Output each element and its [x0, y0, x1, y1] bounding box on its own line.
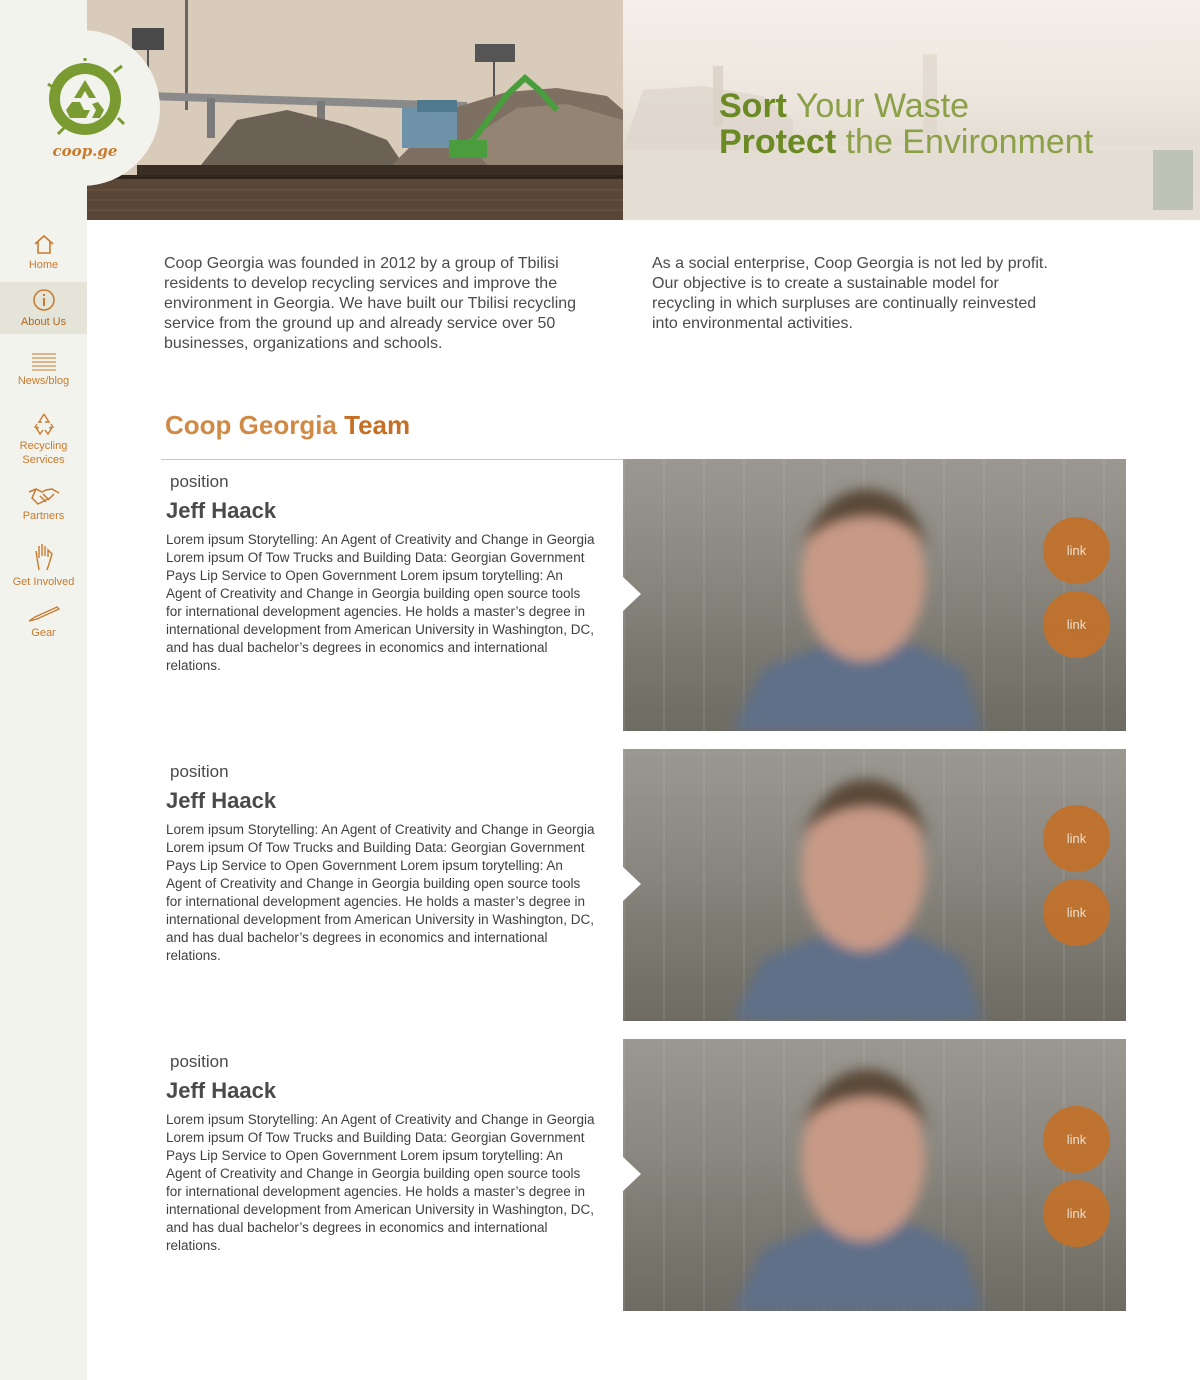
- member-photo: link link: [623, 459, 1126, 731]
- team-member-card: position Jeff Haack Lorem ipsum Storytel…: [161, 749, 1126, 1021]
- member-link-button[interactable]: link: [1043, 879, 1110, 946]
- lines-icon: [31, 352, 56, 371]
- nav-item-recycling-services[interactable]: Recycling Services: [0, 404, 87, 474]
- intro-right-text: As a social enterprise, Coop Georgia is …: [652, 255, 1048, 332]
- photo-pointer: [623, 1157, 641, 1191]
- slogan-sort: Sort: [719, 87, 787, 125]
- member-link-button[interactable]: link: [1043, 591, 1110, 658]
- member-portrait: [733, 1069, 983, 1311]
- member-portrait: [733, 779, 983, 1021]
- member-photo: link link: [623, 749, 1126, 1021]
- member-position: position: [170, 1052, 229, 1071]
- member-link-button[interactable]: link: [1043, 1180, 1110, 1247]
- nav-label-partners: Partners: [22, 509, 65, 522]
- nav-item-partners[interactable]: Partners: [0, 474, 87, 534]
- team-member-card: position Jeff Haack Lorem ipsum Storytel…: [161, 1039, 1126, 1311]
- intro-left-text: Coop Georgia was founded in 2012 by a gr…: [164, 255, 577, 352]
- nav-item-news-blog[interactable]: News/blog: [0, 334, 87, 404]
- member-bio: Lorem ipsum Storytelling: An Agent of Cr…: [166, 1112, 595, 1253]
- slogan-line-1: Sort Your Waste: [719, 88, 1093, 124]
- brand-name: coop.ge: [52, 142, 118, 160]
- member-name: Jeff Haack: [166, 498, 277, 523]
- main-nav: Home About Us News/blog Recycling Servic…: [0, 222, 87, 648]
- member-name: Jeff Haack: [166, 788, 277, 813]
- sidebar: coop.ge Home About Us News/blog Recyclin…: [0, 0, 160, 1380]
- brush-icon: [28, 605, 60, 622]
- member-photo: link link: [623, 1039, 1126, 1311]
- member-portrait: [733, 489, 983, 731]
- hero-photo: [87, 0, 623, 220]
- nav-item-gear[interactable]: Gear: [0, 596, 87, 648]
- member-link-button[interactable]: link: [1043, 517, 1110, 584]
- slogan-line-2: Protect the Environment: [719, 124, 1093, 160]
- nav-label-home: Home: [28, 258, 59, 271]
- nav-label-gear: Gear: [31, 626, 56, 639]
- photo-pointer: [623, 577, 641, 611]
- member-position: position: [170, 762, 229, 781]
- member-link-button[interactable]: link: [1043, 805, 1110, 872]
- team-member-card: position Jeff Haack Lorem ipsum Storytel…: [161, 459, 1126, 731]
- member-link-button[interactable]: link: [1043, 1106, 1110, 1173]
- member-bio: Lorem ipsum Storytelling: An Agent of Cr…: [166, 532, 595, 673]
- nav-label-recycling-services: Recycling Services: [19, 439, 68, 466]
- hand-icon: [34, 543, 53, 570]
- hero-banner: Sort Your Waste Protect the Environment: [87, 0, 1200, 220]
- home-icon: [33, 234, 54, 254]
- nav-label-news-blog: News/blog: [17, 374, 70, 387]
- hero-slogan: Sort Your Waste Protect the Environment: [719, 88, 1093, 160]
- nav-label-about-us: About Us: [20, 315, 67, 328]
- nav-item-home[interactable]: Home: [0, 222, 87, 282]
- nav-label-get-involved: Get Involved: [12, 575, 75, 588]
- info-icon: [32, 288, 55, 311]
- nav-item-get-involved[interactable]: Get Involved: [0, 534, 87, 596]
- nav-item-about-us[interactable]: About Us: [0, 282, 87, 334]
- team-heading-bold: Team: [344, 410, 411, 440]
- slogan-environment: the Environment: [836, 123, 1094, 161]
- member-name: Jeff Haack: [166, 1078, 277, 1103]
- member-bio: Lorem ipsum Storytelling: An Agent of Cr…: [166, 822, 595, 963]
- handshake-icon: [28, 487, 59, 505]
- member-position: position: [170, 472, 229, 491]
- team-heading: Coop Georgia Team: [165, 410, 410, 441]
- slogan-your-waste: Your Waste: [787, 87, 970, 125]
- team-heading-light: Coop Georgia: [165, 410, 345, 440]
- photo-pointer: [623, 867, 641, 901]
- slogan-protect: Protect: [719, 123, 837, 161]
- recycle-icon[interactable]: [44, 56, 126, 140]
- recycle-icon: [33, 413, 54, 435]
